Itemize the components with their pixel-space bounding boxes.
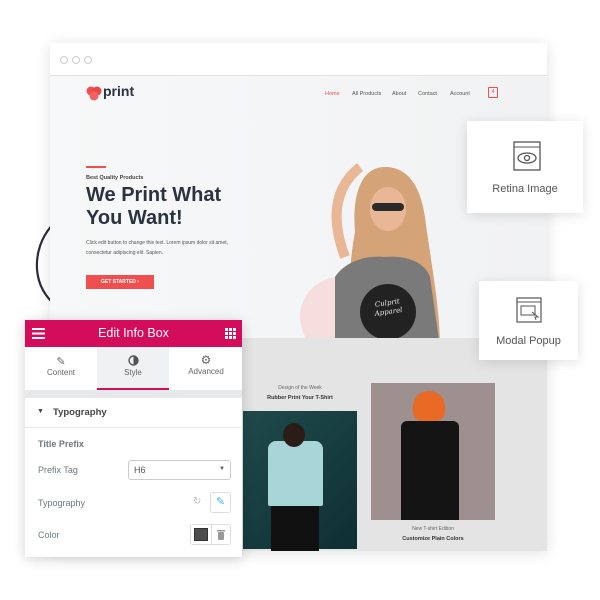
accent-line	[86, 166, 106, 168]
trash-icon[interactable]	[217, 530, 225, 540]
edit-info-box-panel: Edit Info Box ✎ Content Style ⚙ Advanced…	[25, 320, 242, 557]
feature1-subtitle: Design of the Week	[278, 385, 322, 391]
hero-eyebrow: Best Quality Products	[86, 175, 144, 181]
window-dot	[60, 56, 68, 64]
nav-home[interactable]: Home	[325, 91, 340, 97]
color-picker[interactable]	[190, 524, 231, 545]
hero-title: We Print What You Want!	[86, 184, 221, 230]
nav-all-products[interactable]: All Products	[352, 91, 381, 97]
feature1-photo[interactable]	[243, 411, 357, 551]
hero-body: Click edit button to change this text. L…	[86, 238, 228, 258]
tab-label: Style	[124, 368, 142, 377]
group-title: Title Prefix	[38, 439, 84, 449]
tab-label: Advanced	[188, 367, 224, 376]
panel-title: Edit Info Box	[98, 326, 169, 340]
typography-label: Typography	[38, 498, 86, 508]
feature2-photo[interactable]	[371, 383, 495, 520]
feature2-subtitle: New T-shirt Edition	[412, 526, 454, 532]
nav-contact[interactable]: Contact	[418, 91, 437, 97]
pencil-icon: ✎	[215, 496, 226, 508]
hero-body-line: consectetur adipiscing elit. Sapien.	[86, 250, 163, 256]
window-dot	[84, 56, 92, 64]
nav-account[interactable]: Account	[450, 91, 470, 97]
prefix-tag-value: H6	[134, 465, 146, 475]
tab-advanced[interactable]: ⚙ Advanced	[170, 347, 242, 390]
edit-typography-button[interactable]: ✎	[210, 492, 231, 513]
cart-icon[interactable]: 4	[488, 87, 498, 98]
retina-image-card[interactable]: Retina Image	[467, 121, 583, 213]
browser-titlebar	[50, 43, 547, 76]
widgets-grid-icon[interactable]	[225, 328, 236, 339]
eye-browser-icon	[513, 141, 541, 171]
feature1-title: Rubber Print Your T-Shirt	[267, 395, 333, 401]
hamburger-menu-icon[interactable]	[32, 328, 45, 339]
cart-count: 4	[491, 89, 495, 95]
hero-title-line: You Want!	[86, 207, 183, 229]
half-circle-icon	[127, 355, 139, 366]
caret-down-icon: ▼	[219, 466, 225, 472]
modal-popup-card[interactable]: Modal Popup	[479, 281, 578, 360]
prefix-tag-select[interactable]: H6 ▼	[128, 460, 231, 480]
feature2-title: Customize Plain Colors	[402, 536, 464, 542]
panel-header: Edit Info Box	[25, 320, 242, 347]
divider	[25, 390, 242, 398]
modal-popup-label: Modal Popup	[496, 335, 561, 347]
section-title: Typography	[53, 407, 107, 418]
tab-content[interactable]: ✎ Content	[25, 347, 97, 390]
reset-icon[interactable]: ↻	[193, 496, 201, 507]
window-dot	[72, 56, 80, 64]
hero-title-line: We Print What	[86, 184, 222, 206]
pencil-icon: ✎	[56, 356, 66, 368]
color-swatch[interactable]	[194, 528, 208, 541]
caret-down-icon: ▼	[37, 408, 44, 415]
popup-window-icon	[516, 297, 542, 323]
nav-about[interactable]: About	[392, 91, 406, 97]
typography-section-header[interactable]: ▼ Typography	[25, 398, 242, 428]
gear-icon: ⚙	[200, 353, 212, 367]
prefix-tag-label: Prefix Tag	[38, 465, 78, 475]
hero-body-line: Click edit button to change this text. L…	[86, 240, 229, 246]
tab-label: Content	[46, 368, 76, 377]
retina-image-label: Retina Image	[492, 183, 558, 195]
color-label: Color	[38, 530, 60, 540]
logo-icon	[86, 86, 102, 101]
tab-style[interactable]: Style	[97, 347, 169, 390]
get-started-button[interactable]: GET STARTED ›	[86, 275, 154, 289]
logo[interactable]: print	[103, 83, 134, 99]
nav-bar	[299, 77, 519, 87]
